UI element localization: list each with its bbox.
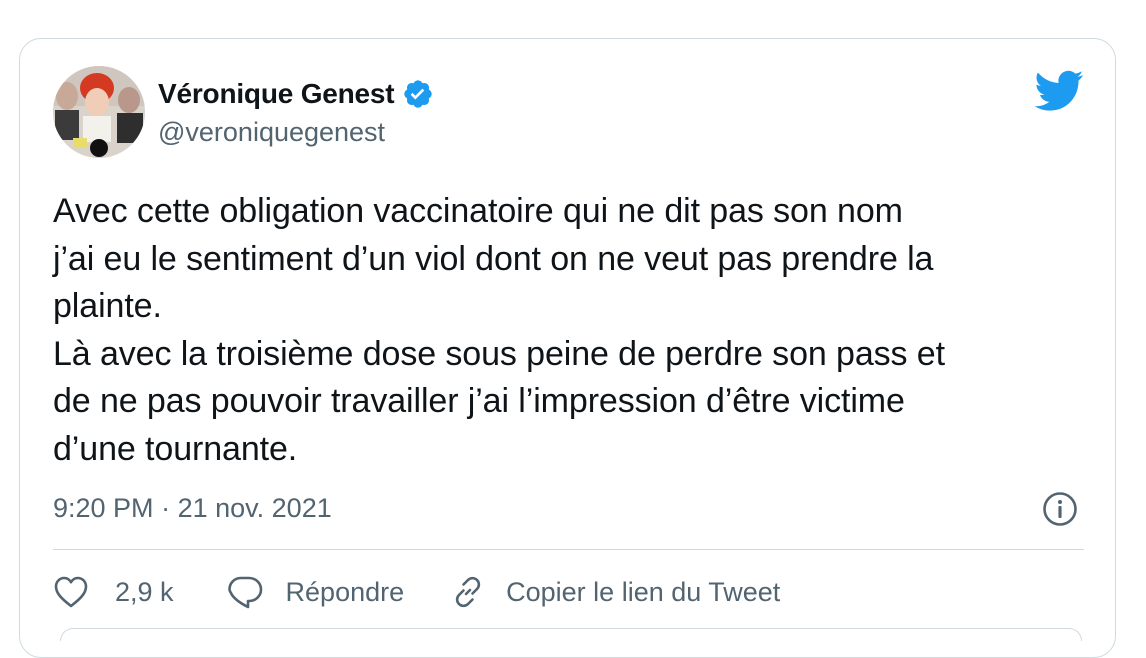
- meta-separator: ·: [161, 493, 171, 523]
- link-icon: [450, 574, 486, 610]
- like-count: 2,9 k: [115, 576, 174, 607]
- tweet-text-line: Avec cette obligation vaccinatoire qui n…: [53, 192, 903, 230]
- avatar-image: [53, 66, 145, 158]
- twitter-bird-icon[interactable]: [1034, 70, 1084, 112]
- copy-link-button[interactable]: Copier le lien du Tweet: [450, 574, 780, 610]
- tweet-text-line: de ne pas pouvoir travailler j’ai l’impr…: [53, 382, 905, 420]
- author-display-name[interactable]: Véronique Genest: [158, 78, 395, 110]
- divider: [53, 549, 1084, 550]
- tweet-text-line: d’une tournante.: [53, 429, 298, 468]
- tweet-text-line: j’ai eu le sentiment d’un viol dont on n…: [53, 239, 934, 278]
- reply-button[interactable]: Répondre: [226, 574, 405, 610]
- info-icon[interactable]: [1042, 491, 1078, 527]
- next-element-edge: [60, 628, 1082, 641]
- author-name-row: Véronique Genest: [158, 74, 434, 114]
- copy-link-label: Copier le lien du Tweet: [506, 576, 781, 607]
- tweet-date: 21 nov. 2021: [177, 493, 332, 523]
- reply-label: Répondre: [285, 576, 405, 607]
- heart-icon: [53, 575, 89, 609]
- speech-bubble-icon: [226, 574, 264, 610]
- like-button[interactable]: 2,9 k: [53, 575, 174, 609]
- tweet-actions: 2,9 k Répondre Copier le lien du Tweet: [53, 570, 780, 614]
- avatar[interactable]: [53, 66, 145, 158]
- tweet-text-line: Là avec la troisième dose sous peine de …: [53, 334, 945, 373]
- verified-badge-icon: [402, 78, 434, 110]
- tweet-timestamp[interactable]: 9:20 PM · 21 nov. 2021: [53, 493, 332, 524]
- tweet-text-line: plainte.: [53, 287, 162, 325]
- author-handle[interactable]: @veroniquegenest: [158, 117, 385, 148]
- tweet-text: Avec cette obligation vaccinatoire qui n…: [53, 188, 1093, 473]
- tweet-time: 9:20 PM: [53, 493, 154, 523]
